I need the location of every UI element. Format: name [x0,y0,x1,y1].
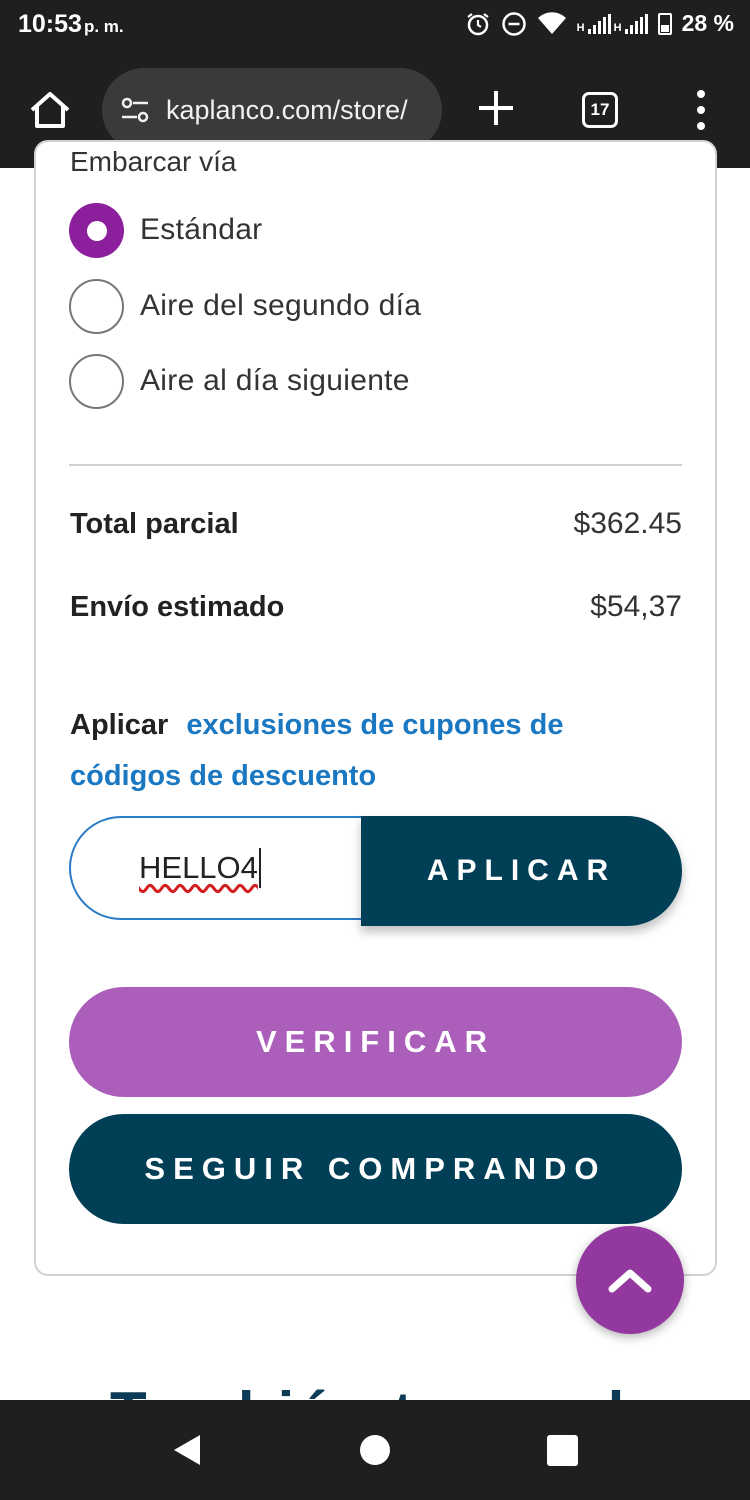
radio-second-day-air[interactable] [69,279,124,334]
status-time: 10:53 p. m. [18,10,124,39]
new-tab-icon[interactable] [476,88,516,128]
battery-percent: 28 % [681,10,734,36]
status-icons: H H 28 % [465,10,734,37]
signal-icon: H H [576,13,648,34]
radio-next-day-air[interactable] [69,354,124,409]
recent-apps-icon[interactable] [547,1435,578,1466]
shipping-estimate-label: Envío estimado [70,591,285,623]
tabs-icon[interactable]: 17 [582,92,618,128]
site-settings-icon[interactable] [118,93,152,127]
shipping-method-label: Embarcar vía [70,146,237,177]
status-bar: 10:53 p. m. H H 28 % [0,0,750,52]
subtotal-label: Total parcial [70,508,239,540]
dnd-icon [501,11,526,36]
subtotal-value: $362.45 [573,507,682,540]
text-caret [258,848,261,888]
related-products-heading: También te puede [110,1380,630,1403]
radio-standard[interactable] [69,203,124,258]
radio-label-standard[interactable]: Estándar [140,213,262,247]
back-icon[interactable] [170,1433,204,1467]
radio-label-next-day-air[interactable]: Aire al día siguiente [140,364,410,398]
url-text: kaplanco.com/store/ [166,94,408,125]
apply-coupon-button[interactable]: APLICAR [361,816,682,926]
more-menu-icon[interactable] [695,90,707,130]
wifi-icon [537,11,566,34]
shipping-estimate-value: $54,37 [590,590,682,623]
clock-ampm: p. m. [83,17,124,36]
checkout-button[interactable]: VERIFICAR [69,987,682,1097]
chevron-up-icon [608,1269,652,1293]
home-icon[interactable] [26,86,74,134]
coupon-code-input[interactable]: HELLO4 [69,816,371,920]
apply-label: Aplicar [70,709,169,741]
clock-time: 10:53 [18,10,82,38]
network-type: H [576,21,585,34]
coupon-code-value: HELLO4 [139,850,258,885]
network-type-2: H [613,21,622,34]
continue-shopping-button[interactable]: SEGUIR COMPRANDO [69,1114,682,1224]
radio-label-second-day-air[interactable]: Aire del segundo día [140,289,421,323]
battery-icon [657,12,672,35]
back-to-top-button[interactable] [576,1226,684,1334]
divider [69,464,682,466]
coupon-instructions: Aplicar exclusiones de cupones de códigos… [70,700,630,802]
alarm-icon [466,12,489,35]
system-nav-bar [0,1400,750,1500]
home-nav-icon[interactable] [360,1435,390,1465]
